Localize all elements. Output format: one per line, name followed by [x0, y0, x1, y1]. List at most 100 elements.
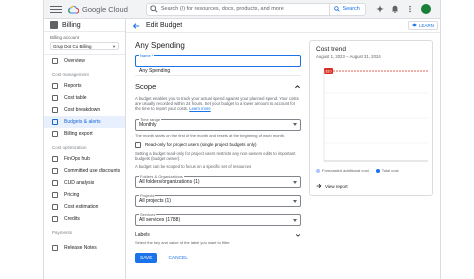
sidebar-item-label: Release Notes — [64, 245, 97, 251]
avatar[interactable] — [420, 4, 431, 14]
services-label: Services — [139, 212, 157, 218]
notes-icon — [52, 245, 58, 251]
budget-heading: Any Spending — [135, 41, 185, 50]
billing-account-selector[interactable]: Billing account Grup Dot Co Billing ▼ — [44, 32, 125, 55]
search-icon — [150, 5, 158, 13]
sidebar-item-label: Reports — [64, 83, 82, 89]
form-actions: SAVE CANCEL — [135, 253, 301, 264]
time-range-label: Time range — [139, 116, 162, 122]
time-range-select[interactable]: Time range Monthly — [135, 116, 301, 131]
sidebar-item-label: Cost table — [64, 95, 87, 101]
sidebar-item-budgets-alerts[interactable]: Budgets & alerts — [44, 116, 125, 128]
scope-description-text: A budget enables you to track your actua… — [135, 96, 299, 112]
budget-marker-label: $10 — [326, 70, 332, 74]
search-bar[interactable]: Search (/) for resources, docs, products… — [145, 2, 366, 16]
google-cloud-logo[interactable]: Google Cloud — [68, 5, 128, 14]
readonly-checkbox-label: Read-only for project users (single proj… — [145, 142, 257, 148]
dropdown-arrow-icon — [293, 123, 297, 127]
projects-value: All projects (1) — [139, 198, 171, 205]
sidebar-item-label: Pricing — [64, 192, 80, 198]
section-cost-optimization: Cost optimization — [52, 145, 87, 150]
readonly-checkbox[interactable] — [135, 141, 141, 148]
breakdown-icon — [52, 107, 58, 113]
name-field-value: Any Spending — [139, 68, 171, 74]
section-cost-management: Cost management — [52, 72, 89, 77]
back-arrow-icon[interactable] — [132, 22, 140, 30]
learn-label: LEARN — [418, 23, 434, 28]
sidebar-item-label: Overview — [64, 58, 85, 64]
search-button[interactable]: Search — [329, 3, 364, 15]
sidebar-item-cost-breakdown[interactable]: Cost breakdown — [44, 104, 125, 116]
arrow-forward-icon — [316, 183, 322, 189]
cost-trend-date-range: August 1, 2023 – August 31, 2024 — [316, 54, 381, 59]
sidebar-item-label: Cost estimation — [64, 204, 99, 210]
sidebar-item-label: Committed use discounts — [64, 168, 121, 174]
save-button[interactable]: SAVE — [135, 253, 158, 264]
scope-heading: Scope — [135, 82, 157, 91]
export-icon — [52, 131, 58, 137]
projects-select[interactable]: Projects All projects (1) — [135, 193, 301, 208]
search-input[interactable]: Search (/) for resources, docs, products… — [161, 6, 330, 12]
scope-section-header[interactable]: Scope — [135, 82, 301, 91]
forecast-swatch — [316, 168, 320, 173]
legend-forecast: Forecasted additional cost — [316, 168, 369, 173]
chevron-up-icon — [295, 85, 300, 89]
sidebar-item-label: Credits — [64, 216, 80, 222]
divider — [135, 75, 301, 76]
view-report-link[interactable]: View report — [316, 183, 348, 189]
billing-account-dropdown[interactable]: Grup Dot Co Billing ▼ — [50, 42, 119, 50]
notifications-icon[interactable] — [391, 5, 399, 13]
sidebar-item-cost-estimation[interactable]: Cost estimation — [44, 201, 125, 213]
learn-more-link[interactable]: Learn more — [189, 106, 210, 111]
readonly-checkbox-row[interactable]: Read-only for project users (single proj… — [135, 141, 301, 148]
folders-label: Folders & Organizations — [139, 174, 184, 180]
sidebar-item-finops-hub[interactable]: FinOps hub — [44, 153, 125, 165]
readonly-description: Setting a budget read-only for project u… — [135, 150, 296, 161]
menu-icon[interactable] — [50, 3, 62, 15]
labels-heading: Labels — [135, 232, 150, 239]
calculator-icon — [52, 204, 58, 210]
main-content: Edit Budget LEARN Any Spending Name * An… — [126, 19, 440, 279]
sidebar: Billing Billing account Grup Dot Co Bill… — [44, 19, 126, 279]
dropdown-arrow-icon — [293, 180, 297, 184]
reports-icon — [52, 83, 58, 89]
billing-icon — [50, 21, 58, 29]
time-range-hint: The month starts on the first of the mon… — [135, 132, 286, 138]
sidebar-item-release-notes[interactable]: Release Notes — [44, 242, 125, 254]
sidebar-item-credits[interactable]: Credits — [44, 213, 125, 225]
folders-value: All folders/organizations (1) — [139, 179, 200, 186]
dropdown-arrow-icon — [293, 199, 297, 203]
services-select[interactable]: Services All services (1788) — [135, 212, 301, 227]
table-icon — [52, 95, 58, 101]
labels-hint: Select the key and value of the label yo… — [135, 240, 231, 246]
learn-button[interactable]: LEARN — [407, 21, 438, 30]
services-value: All services (1788) — [139, 217, 181, 224]
budget-icon — [52, 119, 58, 125]
more-vert-icon[interactable] — [406, 5, 414, 13]
sidebar-item-committed-use-discounts[interactable]: Committed use discounts — [44, 165, 125, 177]
cloud-logo-icon — [68, 5, 79, 14]
cost-trend-chart: $10 — [323, 68, 428, 162]
sidebar-item-reports[interactable]: Reports — [44, 80, 125, 92]
sidebar-item-pricing[interactable]: Pricing — [44, 189, 125, 201]
sidebar-item-label: Budgets & alerts — [64, 119, 101, 125]
gemini-spark-icon[interactable] — [375, 5, 384, 13]
sidebar-item-cost-table[interactable]: Cost table — [44, 92, 125, 104]
sidebar-item-label: CUD analysis — [64, 180, 95, 186]
cancel-button[interactable]: CANCEL — [163, 253, 192, 263]
view-report-label: View report — [325, 183, 348, 189]
cost-trend-card: Cost trend August 1, 2023 – August 31, 2… — [309, 40, 433, 196]
labels-section-header[interactable]: Labels — [135, 232, 301, 238]
sidebar-header: Billing — [44, 19, 125, 32]
name-field[interactable]: Name * Any Spending — [135, 53, 301, 74]
sidebar-item-billing-export[interactable]: Billing export — [44, 128, 125, 140]
sidebar-item-cud-analysis[interactable]: CUD analysis — [44, 177, 125, 189]
page-header: Edit Budget LEARN — [126, 19, 440, 33]
finops-icon — [52, 156, 58, 162]
dropdown-arrow-icon — [293, 218, 297, 222]
sidebar-item-overview[interactable]: Overview — [44, 55, 125, 67]
total-swatch — [375, 168, 380, 173]
folders-select[interactable]: Folders & Organizations All folders/orga… — [135, 174, 301, 189]
budget-form: Any Spending Name * Any Spending Scope A… — [135, 38, 301, 264]
topbar-actions — [375, 4, 431, 14]
